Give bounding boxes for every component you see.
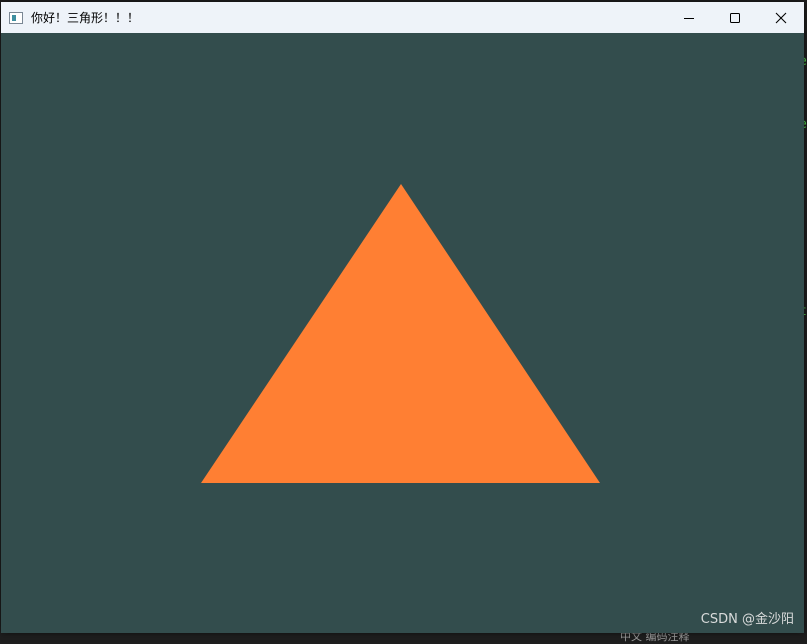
watermark-text: CSDN @金沙阳 — [700, 612, 794, 627]
render-viewport: CSDN @金沙阳 — [1, 33, 804, 633]
minimize-button[interactable] — [666, 2, 712, 33]
app-window-icon[interactable] — [9, 11, 23, 24]
close-icon — [775, 12, 787, 23]
orange-triangle — [201, 184, 600, 483]
minimize-icon — [684, 17, 694, 19]
window-titlebar[interactable]: 你好！三角形！！！ — [1, 2, 804, 33]
scene-canvas — [201, 184, 600, 483]
maximize-button[interactable] — [712, 2, 758, 33]
maximize-icon — [730, 12, 740, 23]
window-controls — [666, 2, 804, 33]
close-button[interactable] — [758, 2, 804, 33]
window-title: 你好！三角形！！！ — [31, 11, 140, 25]
app-window: 你好！三角形！！！ CSDN @金沙阳 — [1, 2, 804, 633]
